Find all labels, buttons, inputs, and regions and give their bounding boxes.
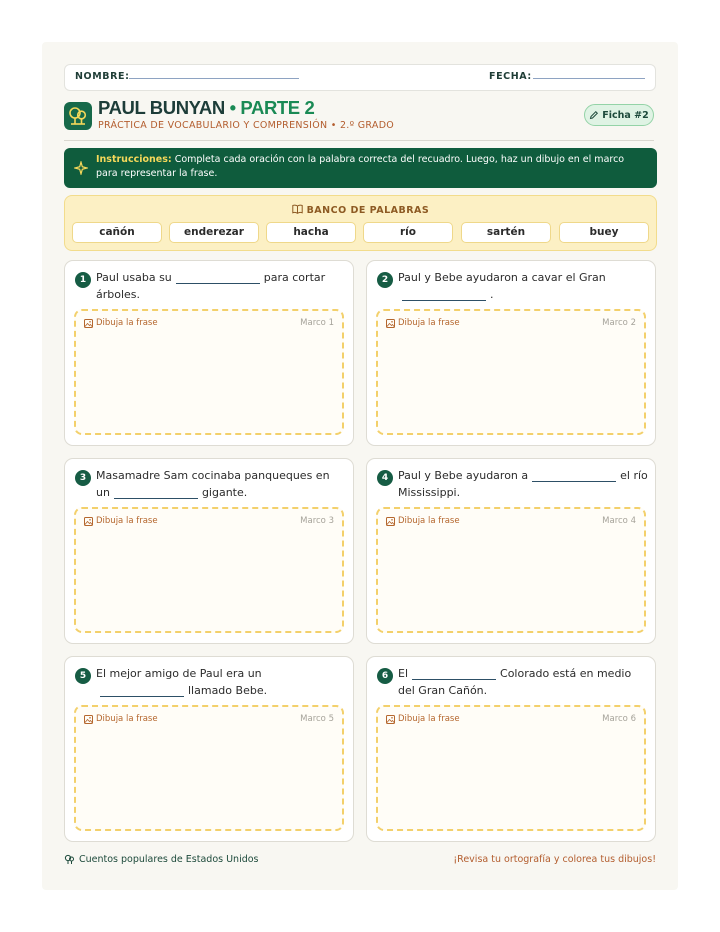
word-bank: BANCO DE PALABRAS cañón enderezar hacha … [64, 195, 657, 251]
page-subtitle: PRÁCTICA DE VOCABULARIO Y COMPRENSIÓN • … [98, 120, 395, 131]
draw-label: Dibuja la frase [84, 318, 158, 328]
frame-label: Marco 3 [300, 516, 334, 526]
draw-label: Dibuja la frase [386, 714, 460, 724]
word-chip: buey [559, 222, 649, 243]
drawing-frame[interactable]: Dibuja la frase Marco 4 [376, 507, 646, 633]
exercise-card-5: 5 El mejor amigo de Paul era un llamado B… [64, 656, 354, 842]
sentence-end: . [490, 288, 494, 301]
exercise-card-3: 3 Masamadre Sam cocinaba panqueques en u… [64, 458, 354, 644]
frame-label: Marco 6 [602, 714, 636, 724]
image-icon [386, 516, 395, 526]
word-chip: cañón [72, 222, 162, 243]
draw-label: Dibuja la frase [386, 318, 460, 328]
draw-label-text: Dibuja la frase [96, 714, 158, 724]
frame-label: Marco 4 [602, 516, 636, 526]
word-bank-header: BANCO DE PALABRAS [65, 204, 656, 216]
book-icon [292, 204, 303, 214]
draw-label-text: Dibuja la frase [398, 318, 460, 328]
worksheet-badge: Ficha #2 [584, 104, 654, 126]
word-chip: hacha [266, 222, 356, 243]
exercise-card-4: 4 Paul y Bebe ayudaron a el río Mississip… [366, 458, 656, 644]
answer-blank[interactable] [532, 469, 617, 482]
worksheet: NOMBRE: FECHA: PAUL BUNYAN • PARTE 2 PRÁ… [42, 42, 678, 890]
name-label: NOMBRE: [75, 71, 130, 82]
draw-label-text: Dibuja la frase [398, 714, 460, 724]
name-date-bar: NOMBRE: FECHA: [64, 64, 656, 91]
answer-blank[interactable] [100, 684, 184, 697]
exercise-sentence: Paul y Bebe ayudaron a cavar el Gran. [398, 269, 648, 303]
sentence-end: llamado Bebe. [188, 684, 268, 697]
instructions-label: Instrucciones: [96, 154, 172, 165]
page-title: PAUL BUNYAN • PARTE 2 [98, 97, 315, 119]
drawing-frame[interactable]: Dibuja la frase Marco 5 [74, 705, 344, 831]
exercise-number: 3 [75, 470, 91, 486]
word-bank-title: BANCO DE PALABRAS [306, 205, 430, 216]
word-chip: enderezar [169, 222, 259, 243]
image-icon [84, 516, 93, 526]
word-chip: sartén [461, 222, 551, 243]
exercise-card-2: 2 Paul y Bebe ayudaron a cavar el Gran. … [366, 260, 656, 446]
exercise-number: 4 [377, 470, 393, 486]
title-main: PAUL BUNYAN [98, 97, 225, 118]
instructions-body: Completa cada oración con la palabra cor… [96, 154, 625, 179]
drawing-frame[interactable]: Dibuja la frase Marco 6 [376, 705, 646, 831]
tree-logo-icon [64, 102, 92, 130]
tree-icon [64, 854, 74, 864]
sentence-start: El mejor amigo de Paul era un [96, 667, 262, 680]
drawing-frame[interactable]: Dibuja la frase Marco 3 [74, 507, 344, 633]
exercise-sentence: El Colorado está en medio del Gran Cañón. [398, 665, 648, 699]
sentence-start: El [398, 667, 409, 680]
word-chip: río [363, 222, 453, 243]
draw-label: Dibuja la frase [84, 714, 158, 724]
instructions-banner: Instrucciones: Completa cada oración con… [64, 148, 657, 188]
name-field[interactable] [129, 78, 299, 79]
frame-label: Marco 5 [300, 714, 334, 724]
title-bullet: • [229, 97, 236, 118]
exercise-sentence: Paul usaba su para cortar árboles. [96, 269, 346, 303]
image-icon [386, 714, 395, 724]
draw-label: Dibuja la frase [386, 516, 460, 526]
footer-left: Cuentos populares de Estados Unidos [64, 854, 259, 865]
answer-blank[interactable] [402, 288, 486, 301]
title-part: PARTE 2 [240, 97, 315, 118]
badge-label: Ficha #2 [602, 109, 649, 121]
footer-right: ¡Revisa tu ortografía y colorea tus dibu… [453, 854, 656, 865]
frame-label: Marco 1 [300, 318, 334, 328]
drawing-frame[interactable]: Dibuja la frase Marco 1 [74, 309, 344, 435]
pencil-icon [590, 110, 599, 120]
answer-blank[interactable] [175, 271, 260, 284]
exercise-number: 6 [377, 668, 393, 684]
image-icon [84, 318, 93, 328]
date-field[interactable] [533, 78, 645, 79]
exercise-card-1: 1 Paul usaba su para cortar árboles. Dibu… [64, 260, 354, 446]
drawing-frame[interactable]: Dibuja la frase Marco 2 [376, 309, 646, 435]
image-icon [386, 318, 395, 328]
exercise-number: 5 [75, 668, 91, 684]
draw-label-text: Dibuja la frase [398, 516, 460, 526]
answer-blank[interactable] [113, 486, 198, 499]
sentence-start: Paul y Bebe ayudaron a cavar el Gran [398, 271, 606, 284]
exercise-card-6: 6 El Colorado está en medio del Gran Cañó… [366, 656, 656, 842]
frame-label: Marco 2 [602, 318, 636, 328]
instructions-text: Instrucciones: Completa cada oración con… [96, 153, 646, 181]
draw-label-text: Dibuja la frase [96, 516, 158, 526]
sparkle-icon [72, 159, 90, 179]
sentence-end: gigante. [201, 486, 248, 499]
header-divider [64, 140, 654, 141]
exercise-number: 2 [377, 272, 393, 288]
sentence-start: Paul y Bebe ayudaron a [398, 469, 529, 482]
draw-label: Dibuja la frase [84, 516, 158, 526]
exercise-sentence: El mejor amigo de Paul era un llamado Beb… [96, 665, 346, 699]
exercise-sentence: Paul y Bebe ayudaron a el río Mississippi… [398, 467, 648, 501]
date-label: FECHA: [489, 71, 532, 82]
answer-blank[interactable] [412, 667, 497, 680]
sentence-start: Paul usaba su [96, 271, 172, 284]
draw-label-text: Dibuja la frase [96, 318, 158, 328]
footer-left-text: Cuentos populares de Estados Unidos [79, 854, 259, 865]
exercise-number: 1 [75, 272, 91, 288]
image-icon [84, 714, 93, 724]
exercise-sentence: Masamadre Sam cocinaba panqueques en un g… [96, 467, 346, 501]
